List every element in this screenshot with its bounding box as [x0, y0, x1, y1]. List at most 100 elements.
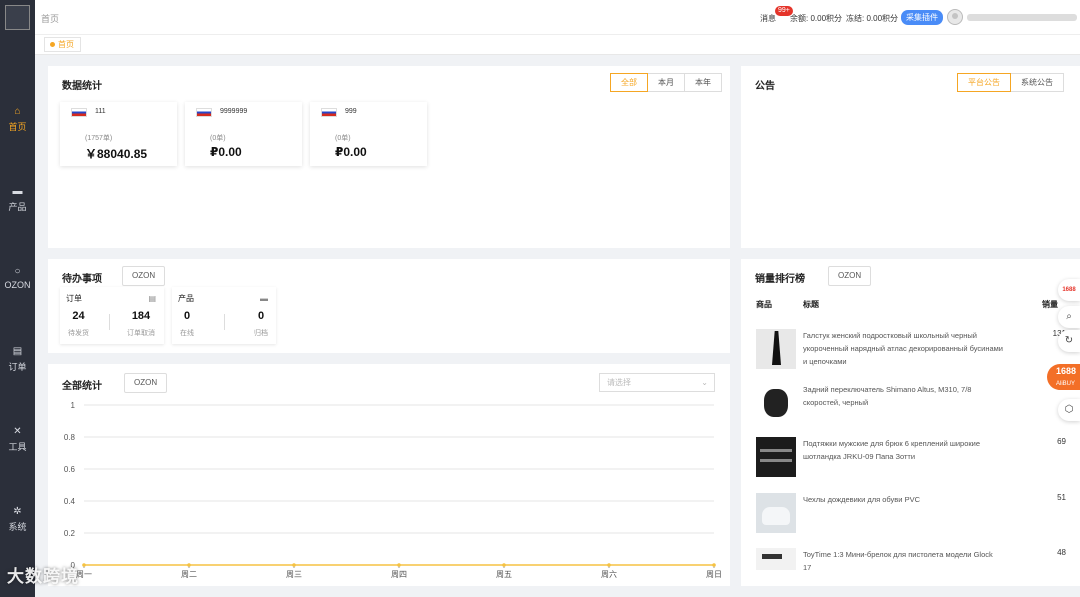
sidebar-item-product[interactable]: ▬ 产品 [0, 186, 35, 213]
tab-home-label: 首页 [58, 40, 74, 49]
pending-ship-count[interactable]: 24 [60, 310, 97, 322]
product-thumbnail [756, 437, 796, 477]
data-point [292, 563, 296, 567]
store-amount: ￥88040.85 [85, 147, 148, 161]
data-point [607, 563, 611, 567]
notice-tabs: 平台公告 系统公告 [957, 73, 1064, 92]
store-amount: ₽0.00 [210, 145, 242, 159]
x-tick-label: 周四 [391, 570, 407, 579]
tab-system-notice[interactable]: 系统公告 [1010, 73, 1064, 92]
russia-flag-icon [71, 108, 87, 117]
sidebar-item-system[interactable]: ✲ 系统 [0, 506, 35, 533]
russia-flag-icon [321, 108, 337, 117]
message-link[interactable]: 消息 [760, 13, 776, 24]
stats-filter: 全部 本月 本年 [610, 73, 722, 92]
avatar[interactable] [947, 9, 963, 25]
image-search-icon[interactable]: ⌕ [1058, 306, 1080, 328]
col-sales-header: 销量 [1042, 300, 1058, 309]
home-icon: ⌂ [14, 106, 21, 117]
x-tick-label: 周二 [181, 570, 197, 579]
store-name: 999 [345, 108, 357, 115]
product-thumbnail [756, 329, 796, 369]
y-tick-label: 0.2 [64, 529, 76, 538]
refresh-icon[interactable]: ↻ [1058, 330, 1080, 352]
x-tick-label: 周三 [286, 570, 302, 579]
order-todo-card: 订单 ▤ 24 待发货 184 订单取消 [60, 287, 164, 344]
alibuy-brand: 1688 [1056, 366, 1077, 376]
todo-ozon-button[interactable]: OZON [122, 266, 166, 286]
page-tab-strip: 首页 [35, 35, 1080, 55]
y-tick-label: 0.8 [64, 433, 76, 442]
ranking-ozon-button[interactable]: OZON [828, 266, 872, 286]
data-point [397, 563, 401, 567]
order-count: (1757单) [85, 135, 113, 142]
cancelled-count[interactable]: 184 [120, 310, 162, 322]
todo-panel: 待办事项 OZON 订单 ▤ 24 待发货 184 订单取消 产品 ▬ 0 在线… [48, 259, 730, 353]
col-title-header: 标题 [803, 300, 819, 309]
store-card[interactable]: 9999999 (0单) ₽0.00 [185, 102, 302, 166]
app-logo[interactable] [5, 5, 30, 30]
top-bar: 首页 消息 99+ 余额: 0.00积分 冻结: 0.00积分 采集插件 [35, 0, 1080, 35]
archived-label: 归档 [254, 330, 268, 337]
sidebar-item-tools[interactable]: ✕ 工具 [0, 426, 35, 453]
y-tick-label: 0.6 [64, 465, 76, 474]
x-tick-label: 周日 [706, 570, 722, 579]
overall-line-chart: 00.20.40.60.81周一 周二 周三 周四 周五 周六 周日 [64, 401, 722, 579]
briefcase-icon: ▬ [260, 294, 268, 303]
product-title: ToyTime 1:3 Мини-брелок для пистолета мо… [803, 550, 993, 572]
product-todo-card: 产品 ▬ 0 在线 0 归档 [172, 287, 276, 344]
watermark: 大数跨境 [7, 567, 79, 586]
tab-home[interactable]: 首页 [44, 37, 81, 52]
ranking-row[interactable]: Подтяжки мужские для брюк 6 креплений ши… [756, 437, 1066, 477]
product-title: Чехлы дождевики для обуви PVC [803, 495, 920, 504]
sidebar-item-order[interactable]: ▤ 订单 [0, 346, 35, 373]
settings-hex-icon[interactable]: ⬡ [1058, 399, 1080, 421]
filter-month[interactable]: 本月 [647, 73, 685, 92]
tab-platform-notice[interactable]: 平台公告 [957, 73, 1011, 92]
username-blurred[interactable] [967, 14, 1077, 21]
filter-year[interactable]: 本年 [684, 73, 722, 92]
store-card[interactable]: 111 (1757单) ￥88040.85 [60, 102, 177, 166]
sidebar: ⌂ 首页 ▬ 产品 ○ OZON ▤ 订单 ✕ 工具 ✲ 系统 [0, 0, 35, 597]
product-title: Галстук женский подростковый школьный че… [803, 331, 1003, 366]
store-amount: ₽0.00 [335, 145, 367, 159]
alibuy-sub: AliBUY [1056, 381, 1076, 387]
product-title: Задний переключатель Shimano Altus, M310… [803, 385, 972, 407]
y-tick-label: 1 [71, 401, 76, 410]
online-count[interactable]: 0 [172, 310, 202, 322]
ranking-row[interactable]: Галстук женский подростковый школьный че… [756, 329, 1066, 369]
ranking-row[interactable]: ToyTime 1:3 Мини-брелок для пистолета мо… [756, 548, 1066, 586]
float-1688-icon[interactable]: 1688 [1058, 279, 1080, 301]
sidebar-item-label: OZON [4, 280, 31, 290]
filter-all[interactable]: 全部 [610, 73, 648, 92]
sidebar-item-ozon[interactable]: ○ OZON [0, 266, 35, 290]
ranking-row[interactable]: Чехлы дождевики для обуви PVC 51 [756, 493, 1066, 533]
divider [224, 314, 225, 330]
sidebar-item-home[interactable]: ⌂ 首页 [0, 106, 35, 133]
data-point [187, 563, 191, 567]
order-count: (0单) [210, 135, 226, 142]
sidebar-item-label: 工具 [8, 442, 27, 452]
store-card[interactable]: 999 (0单) ₽0.00 [310, 102, 427, 166]
sales-count: 69 [1057, 437, 1066, 446]
product-thumbnail [756, 548, 796, 570]
ranking-title: 销量排行榜 [755, 274, 805, 285]
plugin-button[interactable]: 采集插件 [901, 10, 943, 25]
notice-title: 公告 [755, 81, 775, 92]
product-card-title: 产品 [178, 294, 194, 303]
divider [109, 314, 110, 330]
settings-icon: ✲ [13, 506, 22, 517]
alibuy-button[interactable]: 1688 AliBUY [1047, 364, 1080, 390]
pending-ship-label: 待发货 [68, 330, 89, 337]
top-bar-right: 消息 99+ 余额: 0.00积分 冻结: 0.00积分 采集插件 [760, 0, 1080, 35]
breadcrumb[interactable]: 首页 [41, 12, 59, 25]
ranking-row[interactable]: Задний переключатель Shimano Altus, M310… [756, 383, 1066, 423]
sales-count: 48 [1057, 548, 1066, 557]
archived-count[interactable]: 0 [246, 310, 276, 322]
notice-panel: 公告 平台公告 系统公告 [741, 66, 1080, 248]
order-icon: ▤ [12, 346, 23, 357]
russia-flag-icon [196, 108, 212, 117]
online-label: 在线 [180, 330, 194, 337]
product-thumbnail [756, 493, 796, 533]
ozon-icon: ○ [14, 266, 21, 277]
